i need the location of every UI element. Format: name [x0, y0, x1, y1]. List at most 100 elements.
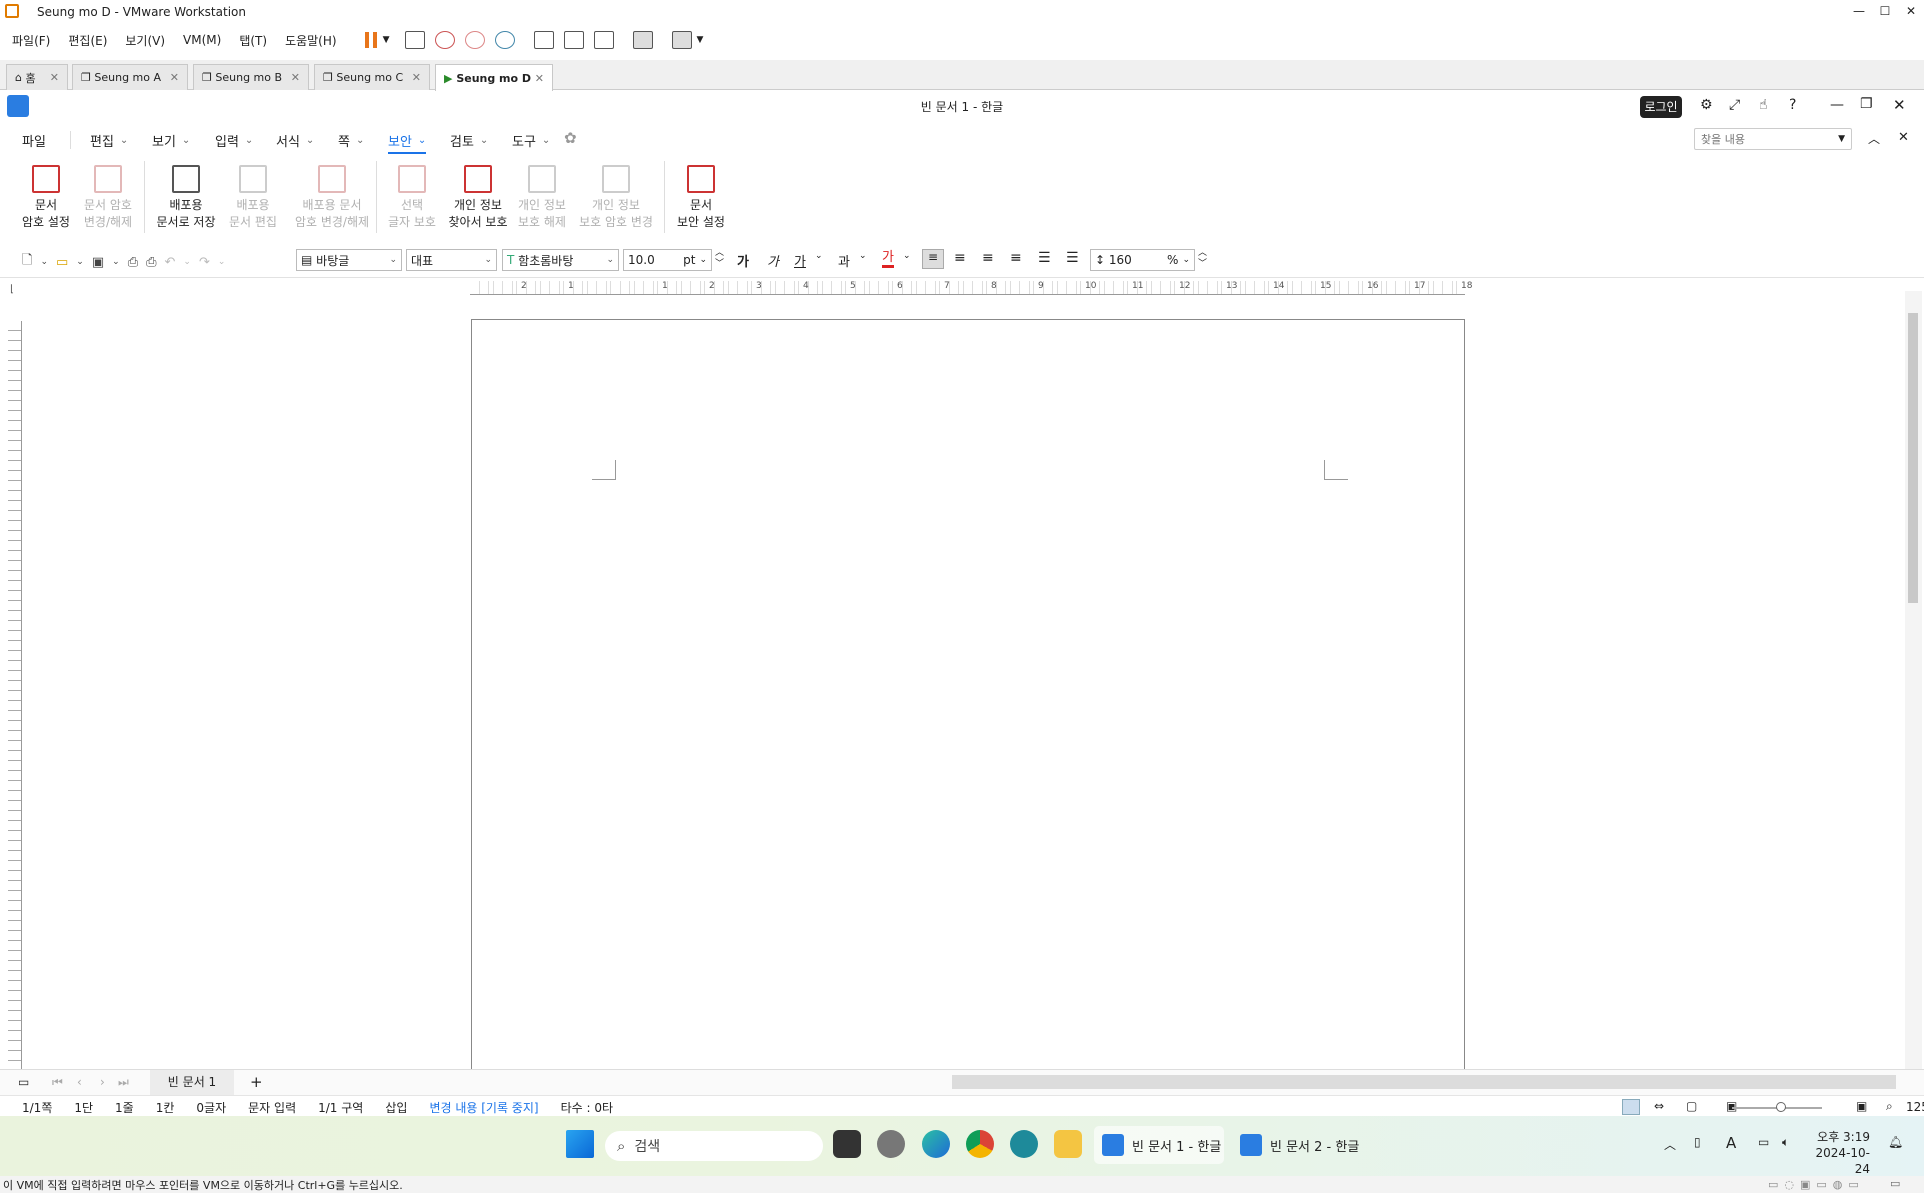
touch-icon[interactable]: ☝ [1759, 97, 1768, 113]
volume-icon[interactable]: 🔈︎ [1782, 1135, 1789, 1150]
stretch-dropdown-icon[interactable]: ▼ [697, 35, 704, 45]
document-page[interactable] [471, 319, 1465, 1119]
pause-dropdown-icon[interactable]: ▼ [383, 35, 390, 45]
menu-review[interactable]: 검토 ⌄ [450, 131, 488, 150]
strikethrough-button[interactable]: 과 [838, 251, 850, 270]
snapshot-manager-icon[interactable] [494, 31, 515, 49]
align-center-icon[interactable]: ≡ [982, 250, 994, 266]
menu-tools[interactable]: 도구 ⌄ [512, 131, 550, 150]
menu-format[interactable]: 서식 ⌄ [276, 131, 314, 150]
tab-seung-mo-d[interactable]: ▶ Seung mo D ✕ [435, 64, 553, 91]
new-doc-icon[interactable]: 🗋 [22, 251, 32, 273]
redo-icon[interactable]: ↷ [199, 255, 210, 270]
zoom-fit-icon[interactable]: ▣ [1856, 1099, 1867, 1113]
file-explorer-icon[interactable] [1054, 1130, 1082, 1158]
distribute-icon[interactable]: ☰ [1038, 250, 1051, 266]
collapse-ribbon-icon[interactable]: ︿ [1868, 130, 1880, 147]
first-page-icon[interactable]: ⏮ [52, 1075, 63, 1090]
snapshot-icon[interactable] [434, 31, 455, 49]
prev-page-icon[interactable]: ‹ [77, 1075, 82, 1089]
ime-icon[interactable]: A [1726, 1134, 1736, 1152]
thumbnail-view-icon[interactable] [563, 31, 584, 49]
protect-text-button[interactable]: 선택 글자 보호 [384, 165, 440, 231]
login-button[interactable]: 로그인 [1640, 96, 1682, 118]
network-icon[interactable]: ▭ [1758, 1135, 1769, 1149]
edge-icon[interactable] [922, 1130, 950, 1158]
bold-button[interactable]: 가 [737, 251, 749, 270]
print-icon[interactable]: ⎙ [128, 255, 138, 270]
notification-bell-icon[interactable]: 🔔︎ [1888, 1135, 1903, 1149]
chevron-down-icon[interactable]: ⌄ [40, 257, 48, 267]
font-color-button[interactable]: 가 [882, 251, 894, 268]
doc-password-change-button[interactable]: 문서 암호 변경/해제 [80, 165, 136, 231]
revert-snapshot-icon[interactable] [464, 31, 485, 49]
library-view-icon[interactable] [533, 31, 554, 49]
vertical-scrollbar[interactable] [1905, 291, 1922, 1121]
zoom-icon[interactable]: ⌕ [1886, 1099, 1893, 1114]
close-tab-icon[interactable]: ✕ [535, 72, 544, 85]
tab-seung-mo-b[interactable]: ❐ Seung mo B ✕ [193, 64, 309, 90]
scroll-thumb[interactable] [1908, 313, 1918, 603]
vm-menu-tabs[interactable]: 탭(T) [239, 32, 267, 49]
last-page-icon[interactable]: ⏭ [118, 1075, 129, 1090]
fullscreen-status-icon[interactable]: ▭ [1890, 1177, 1900, 1190]
close-tab-icon[interactable]: ✕ [291, 71, 300, 84]
minimize-icon[interactable]: — [1846, 0, 1872, 23]
status-page[interactable]: 1/1쪽 [22, 1099, 52, 1116]
tab-seung-mo-a[interactable]: ❐ Seung mo A ✕ [72, 64, 188, 90]
gear-icon[interactable]: ⚙ [1700, 97, 1713, 113]
chevron-down-icon[interactable]: ▼ [1838, 134, 1845, 144]
menu-page[interactable]: 쪽 ⌄ [338, 131, 364, 150]
chrome-icon[interactable] [966, 1130, 994, 1158]
send-ctrl-alt-del-icon[interactable] [404, 31, 425, 49]
doc-password-set-button[interactable]: 문서 암호 설정 [18, 165, 74, 231]
maximize-icon[interactable]: ☐ [1872, 0, 1898, 23]
stretch-view-icon[interactable] [671, 31, 692, 49]
taskbar-app-hwp-2[interactable]: 빈 문서 2 - 한글 [1232, 1126, 1362, 1164]
vm-menu-file[interactable]: 파일(F) [12, 32, 50, 49]
zoom-value[interactable]: 125% [1906, 1100, 1924, 1114]
chevron-down-icon[interactable]: ⌄ [112, 257, 120, 267]
undo-icon[interactable]: ↶ [165, 255, 176, 270]
help-icon[interactable]: ? [1789, 97, 1796, 113]
close-search-icon[interactable]: ✕ [1898, 130, 1909, 145]
fit-page-icon[interactable]: ▣ [1726, 1099, 1737, 1113]
align-right-icon[interactable]: ≡ [1010, 250, 1022, 266]
status-track-changes[interactable]: 변경 내용 [기록 중지] [429, 1099, 538, 1116]
align-left-icon[interactable]: ≡ [954, 250, 966, 266]
usb-icon[interactable]: ▯ [1694, 1135, 1701, 1149]
taskbar-app-hwp-1[interactable]: 빈 문서 1 - 한글 [1094, 1126, 1224, 1164]
taskbar-search[interactable]: ⌕ 검색 [605, 1131, 823, 1161]
doc-tab[interactable]: 빈 문서 1 [150, 1070, 234, 1095]
horizontal-scrollbar[interactable] [952, 1075, 1896, 1089]
vm-menu-vm[interactable]: VM(M) [183, 33, 221, 47]
hwp-minimize-icon[interactable]: — [1830, 97, 1844, 113]
zoom-slider[interactable] [1732, 1102, 1822, 1112]
fullscreen-icon[interactable] [593, 31, 614, 49]
hwp-close-icon[interactable]: ✕ [1893, 96, 1906, 114]
status-insert[interactable]: 삽입 [385, 1099, 407, 1116]
doc-list-icon[interactable]: ▭ [18, 1075, 29, 1089]
edit-distribution-button[interactable]: 배포용 문서 편집 [224, 165, 282, 231]
vm-menu-view[interactable]: 보기(V) [125, 32, 165, 49]
normal-view-icon[interactable] [1622, 1099, 1640, 1115]
add-tab-icon[interactable]: + [250, 1073, 263, 1091]
chevron-down-icon[interactable]: ⌄ [859, 251, 867, 261]
chevron-down-icon[interactable]: ⌄ [218, 257, 226, 267]
hwp-restore-icon[interactable]: ❐ [1860, 96, 1873, 112]
private-password-change-button[interactable]: 개인 정보 보호 암호 변경 [576, 165, 656, 231]
search-input[interactable] [1701, 132, 1821, 146]
font-select[interactable]: T 함초롬바탕 ⌄ [502, 249, 619, 271]
language-select[interactable]: 대표 ⌄ [406, 249, 497, 271]
app-icon[interactable] [1010, 1130, 1038, 1158]
chevron-down-icon[interactable]: ⌄ [815, 251, 823, 261]
menu-edit[interactable]: 편집 ⌄ [90, 131, 128, 150]
search-combo[interactable]: ▼ [1694, 128, 1852, 150]
open-folder-icon[interactable]: ▭ [56, 255, 68, 270]
menu-view[interactable]: 보기 ⌄ [152, 131, 190, 150]
clock[interactable]: 오후 3:19 2024-10-24 [1810, 1129, 1870, 1177]
close-icon[interactable]: ✕ [1898, 0, 1924, 23]
device-icons[interactable]: ▭◌▣▭◍▭ [1768, 1178, 1865, 1191]
vm-menu-help[interactable]: 도움말(H) [285, 32, 337, 49]
menu-insert[interactable]: 입력 ⌄ [215, 131, 253, 150]
